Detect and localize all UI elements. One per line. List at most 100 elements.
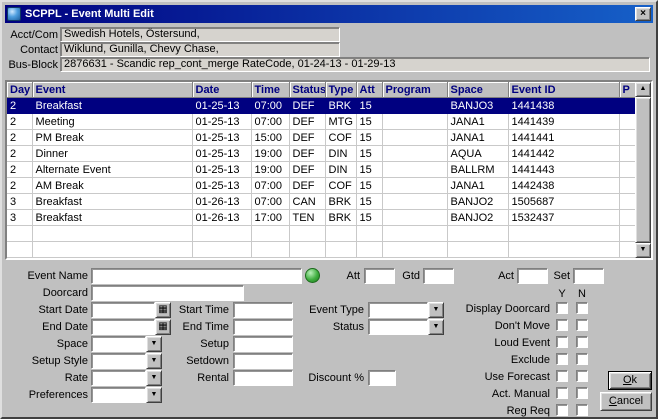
column-header-event-id[interactable]: Event ID <box>508 82 619 98</box>
rate-input[interactable] <box>91 370 146 386</box>
checkbox-use-forecast-n[interactable] <box>576 370 588 382</box>
checkbox-reg-req-y[interactable] <box>556 404 568 416</box>
cell-date: 01-25-13 <box>192 178 251 194</box>
preferences-dropdown-button[interactable]: ▼ <box>146 387 162 403</box>
contact-label: Contact <box>8 44 58 56</box>
start-date-calendar-button[interactable]: ▦ <box>155 302 171 318</box>
preferences-input[interactable] <box>91 387 146 403</box>
start-date-input[interactable] <box>91 302 155 318</box>
cell-date: 01-25-13 <box>192 130 251 146</box>
acct-com-label: Acct/Com <box>8 29 58 41</box>
table-row[interactable]: 3Breakfast01-26-1317:00TENBRK15BANJO2153… <box>7 210 635 226</box>
column-header-time[interactable]: Time <box>251 82 289 98</box>
setup-input[interactable] <box>233 336 293 352</box>
att-input[interactable] <box>364 268 395 284</box>
cell-program <box>382 178 447 194</box>
flag-label-reg-req: Reg Req <box>422 405 550 417</box>
start-time-input[interactable] <box>233 302 293 318</box>
column-header-space[interactable]: Space <box>447 82 508 98</box>
checkbox-act-manual-n[interactable] <box>576 387 588 399</box>
cell-time: 19:00 <box>251 162 289 178</box>
table-row[interactable]: 2Meeting01-25-1307:00DEFMTG15JANA1144143… <box>7 114 635 130</box>
status-input[interactable] <box>368 319 428 335</box>
cancel-button[interactable]: Cancel <box>600 392 652 411</box>
event-name-input[interactable] <box>91 268 302 284</box>
cell-empty <box>619 226 635 242</box>
title-bar[interactable]: SCPPL - Event Multi Edit × <box>5 5 653 23</box>
column-header-event[interactable]: Event <box>32 82 192 98</box>
close-button[interactable]: × <box>635 7 651 21</box>
setup-style-label: Setup Style <box>10 355 88 367</box>
flag-label-display-doorcard: Display Doorcard <box>422 303 550 315</box>
end-date-input[interactable] <box>91 319 155 335</box>
scroll-up-button[interactable]: ▲ <box>635 82 651 97</box>
scroll-down-icon: ▼ <box>640 246 647 253</box>
scroll-thumb[interactable] <box>635 97 651 243</box>
cell-event_id: 1441441 <box>508 130 619 146</box>
cell-time: 07:00 <box>251 114 289 130</box>
table-row[interactable]: 2Breakfast01-25-1307:00DEFBRK15BANJO3144… <box>7 98 635 114</box>
column-header-program[interactable]: Program <box>382 82 447 98</box>
space-input[interactable] <box>91 336 146 352</box>
checkbox-act-manual-y[interactable] <box>556 387 568 399</box>
checkbox-loud-event-y[interactable] <box>556 336 568 348</box>
cell-status: DEF <box>289 162 325 178</box>
checkbox-display-doorcard-n[interactable] <box>576 302 588 314</box>
space-dropdown-button[interactable]: ▼ <box>146 336 162 352</box>
window-title: SCPPL - Event Multi Edit <box>25 8 635 20</box>
cell-space: BALLRM <box>447 162 508 178</box>
cell-status: DEF <box>289 130 325 146</box>
event-name-lookup-button[interactable] <box>305 268 320 283</box>
setdown-input[interactable] <box>233 353 293 369</box>
rental-input[interactable] <box>233 370 293 386</box>
cell-space: BANJO2 <box>447 194 508 210</box>
vertical-scrollbar[interactable]: ▲ ▼ <box>635 82 651 258</box>
checkbox-don-t-move-n[interactable] <box>576 319 588 331</box>
gtd-input[interactable] <box>423 268 454 284</box>
event-type-input[interactable] <box>368 302 428 318</box>
cell-time: 17:00 <box>251 210 289 226</box>
rate-dropdown-button[interactable]: ▼ <box>146 370 162 386</box>
cell-empty <box>251 242 289 258</box>
table-header-row: DayEventDateTimeStatusTypeAttProgramSpac… <box>7 82 635 98</box>
cell-empty <box>447 242 508 258</box>
cell-day: 2 <box>7 114 32 130</box>
table-row[interactable]: 2Alternate Event01-25-1319:00DEFDIN15BAL… <box>7 162 635 178</box>
column-header-day[interactable]: Day <box>7 82 32 98</box>
table-row[interactable]: 2PM Break01-25-1315:00DEFCOF15JANA114414… <box>7 130 635 146</box>
checkbox-reg-req-n[interactable] <box>576 404 588 416</box>
scroll-down-button[interactable]: ▼ <box>635 243 651 258</box>
checkbox-use-forecast-y[interactable] <box>556 370 568 382</box>
column-header-status[interactable]: Status <box>289 82 325 98</box>
cell-event: Breakfast <box>32 98 192 114</box>
cell-event_id: 1442438 <box>508 178 619 194</box>
ok-button[interactable]: Ok <box>608 371 652 390</box>
doorcard-input[interactable] <box>91 285 244 301</box>
chevron-down-icon: ▼ <box>151 391 158 398</box>
column-header-p[interactable]: P <box>619 82 635 98</box>
column-header-type[interactable]: Type <box>325 82 356 98</box>
table-row[interactable]: 2AM Break01-25-1307:00DEFCOF15JANA114424… <box>7 178 635 194</box>
checkbox-exclude-n[interactable] <box>576 353 588 365</box>
set-input[interactable] <box>573 268 604 284</box>
cell-day: 2 <box>7 98 32 114</box>
flag-label-exclude: Exclude <box>422 354 550 366</box>
checkbox-loud-event-n[interactable] <box>576 336 588 348</box>
column-header-att[interactable]: Att <box>356 82 382 98</box>
checkbox-don-t-move-y[interactable] <box>556 319 568 331</box>
discount-input[interactable] <box>368 370 396 386</box>
act-input[interactable] <box>517 268 548 284</box>
checkbox-exclude-y[interactable] <box>556 353 568 365</box>
table-row[interactable]: 2Dinner01-25-1319:00DEFDIN15AQUA1441442 <box>7 146 635 162</box>
cell-type: MTG <box>325 114 356 130</box>
setup-style-dropdown-button[interactable]: ▼ <box>146 353 162 369</box>
end-time-input[interactable] <box>233 319 293 335</box>
setup-style-input[interactable] <box>91 353 146 369</box>
cell-space: BANJO2 <box>447 210 508 226</box>
cell-status: DEF <box>289 178 325 194</box>
table-row[interactable]: 3Breakfast01-26-1307:00CANBRK15BANJO2150… <box>7 194 635 210</box>
column-header-date[interactable]: Date <box>192 82 251 98</box>
cell-att: 15 <box>356 98 382 114</box>
end-date-calendar-button[interactable]: ▦ <box>155 319 171 335</box>
checkbox-display-doorcard-y[interactable] <box>556 302 568 314</box>
